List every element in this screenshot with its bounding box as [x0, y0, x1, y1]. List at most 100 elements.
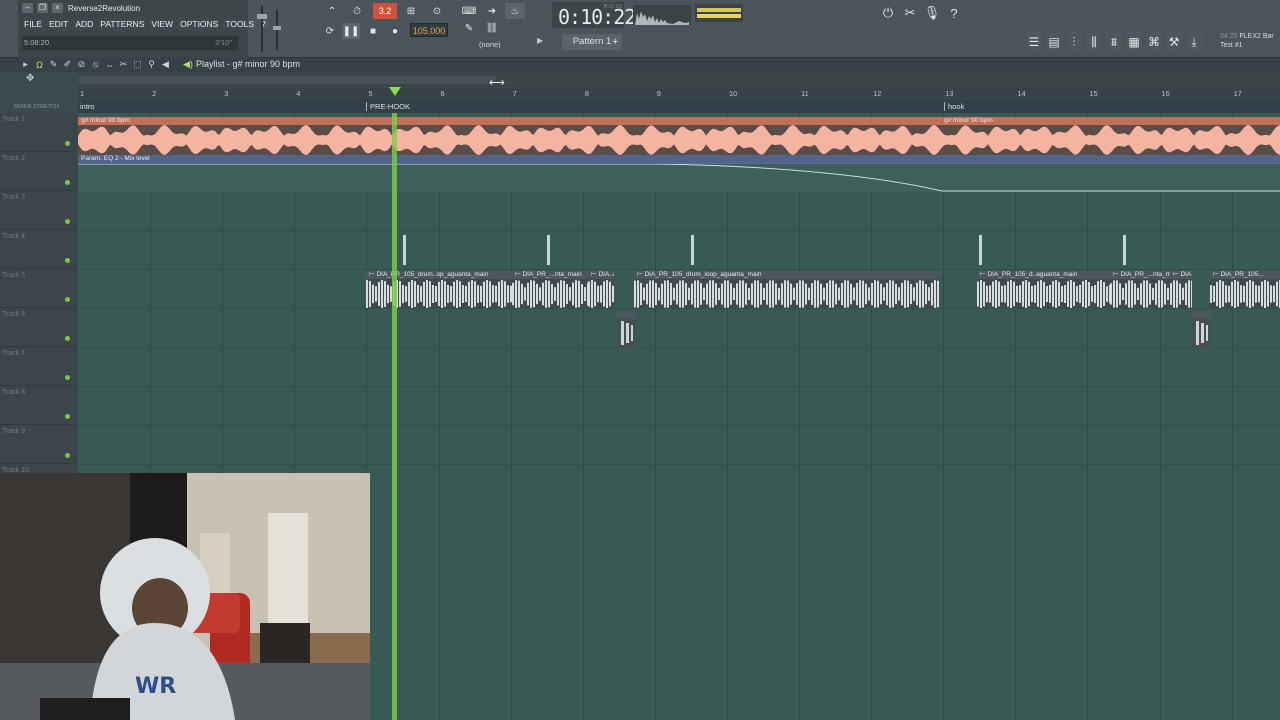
marker-intro[interactable]: intro — [80, 102, 95, 111]
fader-icon[interactable]: ⩩ — [1106, 32, 1122, 52]
audio-slice-track4[interactable] — [544, 233, 553, 269]
master-pitch-slider[interactable] — [272, 10, 282, 50]
track-header[interactable]: Track 3 — [0, 191, 76, 230]
snap-icon[interactable]: ✥ — [26, 73, 40, 85]
track-header[interactable]: Track 6 — [0, 308, 76, 347]
arrow-right-icon[interactable]: ➜ — [482, 3, 502, 19]
track-enable-led[interactable] — [65, 219, 70, 224]
snap-magnet-icon[interactable]: Ω — [34, 58, 45, 71]
track-enable-led[interactable] — [65, 453, 70, 458]
audio-slice-track4[interactable] — [400, 233, 409, 269]
playlist-window-icon[interactable]: ☰ — [1026, 32, 1042, 52]
track-enable-led[interactable] — [65, 180, 70, 185]
link-icon[interactable]: ⛓ — [482, 20, 502, 36]
menu-options[interactable]: OPTIONS — [178, 18, 221, 30]
marker-prehook[interactable]: PRE-HOOK — [366, 102, 410, 111]
download-icon[interactable]: ⤓ — [1186, 32, 1202, 52]
track-enable-led[interactable] — [65, 375, 70, 380]
audio-clip-track5[interactable]: ⊢ DIA..ain — [588, 271, 614, 309]
audio-slice-track4[interactable] — [1120, 233, 1129, 269]
add-pattern-icon[interactable]: + — [612, 36, 622, 48]
timeline-ruler[interactable]: 1 2 3 4 5 6 7 8 9 10 11 12 13 14 15 16 17 — [78, 88, 1280, 100]
track-header[interactable]: Track 1 — [0, 113, 76, 152]
scroll-thumb[interactable] — [78, 76, 496, 84]
speaker-icon[interactable]: ◀) — [183, 59, 193, 70]
select-tool-icon[interactable]: ⬚ — [132, 58, 143, 71]
zoom-tool-icon[interactable]: ⚲ — [146, 58, 157, 71]
paint-tool-icon[interactable]: ✐ — [62, 58, 73, 71]
record-button[interactable]: ● — [386, 23, 404, 39]
minimize-icon[interactable]: – — [22, 3, 33, 13]
wrench-icon[interactable]: ⚒ — [1166, 32, 1182, 52]
audio-clip-track1[interactable]: g# minor 90 bpm g# minor 90 bpm — [78, 117, 1280, 155]
audio-slice-track4[interactable] — [688, 233, 697, 269]
audio-clip-track6[interactable] — [1192, 311, 1210, 349]
microphone-icon[interactable]: 🎙 — [924, 4, 941, 22]
power-icon[interactable]: ⏻ — [880, 4, 896, 22]
slip-tool-icon[interactable]: ⇔ — [104, 58, 115, 71]
audio-clip-track5[interactable]: ⊢ DIA_PR_...nta_main — [512, 271, 588, 309]
delete-tool-icon[interactable]: ⊘ — [76, 58, 87, 71]
loop-mode-icon[interactable]: ⟳ — [322, 23, 338, 39]
mute-tool-icon[interactable]: ⦸ — [90, 58, 101, 71]
tempo-display[interactable]: 105.000 — [410, 23, 448, 37]
audio-clip-track5[interactable]: ⊢ DIA_PR_105... — [1210, 271, 1280, 309]
menu-edit[interactable]: EDIT — [46, 18, 71, 30]
draw-tool-icon[interactable]: ✎ — [48, 58, 59, 71]
menu-add[interactable]: ADD — [73, 18, 96, 30]
pause-button[interactable]: ❚❚ — [342, 23, 360, 39]
metronome-icon[interactable]: ⌃ — [322, 3, 342, 19]
mixer-icon[interactable]: ⫼ — [1086, 32, 1102, 52]
stop-button[interactable]: ■ — [364, 23, 382, 39]
automation-clip-track2[interactable]: Param. EQ 2 - Mix level — [78, 155, 1280, 164]
track-header[interactable]: Track 7 — [0, 347, 76, 386]
track-header[interactable]: Track 2 — [0, 152, 76, 191]
song-time-display[interactable]: 0:10:22 M:S:CS — [552, 2, 636, 29]
step-edit-icon[interactable]: ⊞ — [400, 3, 422, 19]
horizontal-scrollbar[interactable] — [78, 73, 1280, 87]
menu-patterns[interactable]: PATTERNS — [98, 18, 147, 30]
audio-clip-track5[interactable]: ⊢ DIA_PR_105_drum..op_aguanta_main — [366, 271, 512, 309]
track-header[interactable]: Track 5 — [0, 269, 76, 308]
menu-file[interactable]: FILE — [22, 18, 44, 30]
audio-clip-track5[interactable]: ⊢ DIA_PR_...nta_main — [1110, 271, 1170, 309]
browser-icon[interactable]: ▦ — [1126, 32, 1142, 52]
blend-notes-icon[interactable]: ⊙ — [426, 3, 448, 19]
slice-tool-icon[interactable]: ✂ — [118, 58, 129, 71]
menu-tools[interactable]: TOOLS — [223, 18, 257, 30]
menu-view[interactable]: VIEW — [149, 18, 176, 30]
audio-clip-track5[interactable]: ⊢ DIA_PR_105_drum_loop_aguanta_main — [634, 271, 940, 309]
audio-clip-track6[interactable] — [617, 311, 635, 349]
track-enable-led[interactable] — [65, 414, 70, 419]
cut-icon[interactable]: ✂ — [902, 4, 918, 22]
track-header[interactable]: Track 8 — [0, 386, 76, 425]
recording-filter-icon[interactable]: ♨ — [505, 3, 525, 19]
track-header[interactable]: Track 9 — [0, 425, 76, 464]
marker-lane[interactable]: intro PRE-HOOK hook — [78, 100, 1280, 113]
countdown-button[interactable]: 3.2 — [373, 3, 397, 19]
typing-keyboard-icon[interactable]: ⌨ — [459, 3, 479, 19]
piano-roll-icon[interactable]: ▤ — [1046, 32, 1062, 52]
playback-tool-icon[interactable]: ◀ — [160, 58, 171, 71]
track-enable-led[interactable] — [65, 297, 70, 302]
audio-clip-track5[interactable]: ⊢ DIA_PR_105_d..aguanta_main — [977, 271, 1110, 309]
audio-clip-track5[interactable]: ⊢ DIA..ain — [1170, 271, 1192, 309]
track-enable-led[interactable] — [65, 141, 70, 146]
audio-slice-track4[interactable] — [976, 233, 985, 269]
options-arrow-icon[interactable]: ▸ — [20, 58, 31, 71]
track-enable-led[interactable] — [65, 336, 70, 341]
arrangement-selector[interactable]: (none) — [479, 40, 527, 52]
restore-icon[interactable]: ❐ — [37, 3, 48, 13]
master-volume-slider[interactable] — [257, 6, 267, 52]
pencil-icon[interactable]: ✎ — [459, 20, 479, 36]
channel-rack-icon[interactable]: ⫶ — [1066, 32, 1082, 52]
track-header[interactable]: Track 4 — [0, 230, 76, 269]
track-enable-led[interactable] — [65, 258, 70, 263]
pattern-prev-icon[interactable]: ▶ — [537, 36, 547, 48]
playhead-marker[interactable] — [389, 87, 401, 96]
marker-hook[interactable]: hook — [944, 102, 964, 111]
help-icon[interactable]: ? — [946, 4, 962, 22]
wait-record-icon[interactable]: ⏱ — [346, 3, 368, 19]
plugin-picker-icon[interactable]: ⌘ — [1146, 32, 1162, 52]
close-icon[interactable]: × — [52, 3, 63, 13]
